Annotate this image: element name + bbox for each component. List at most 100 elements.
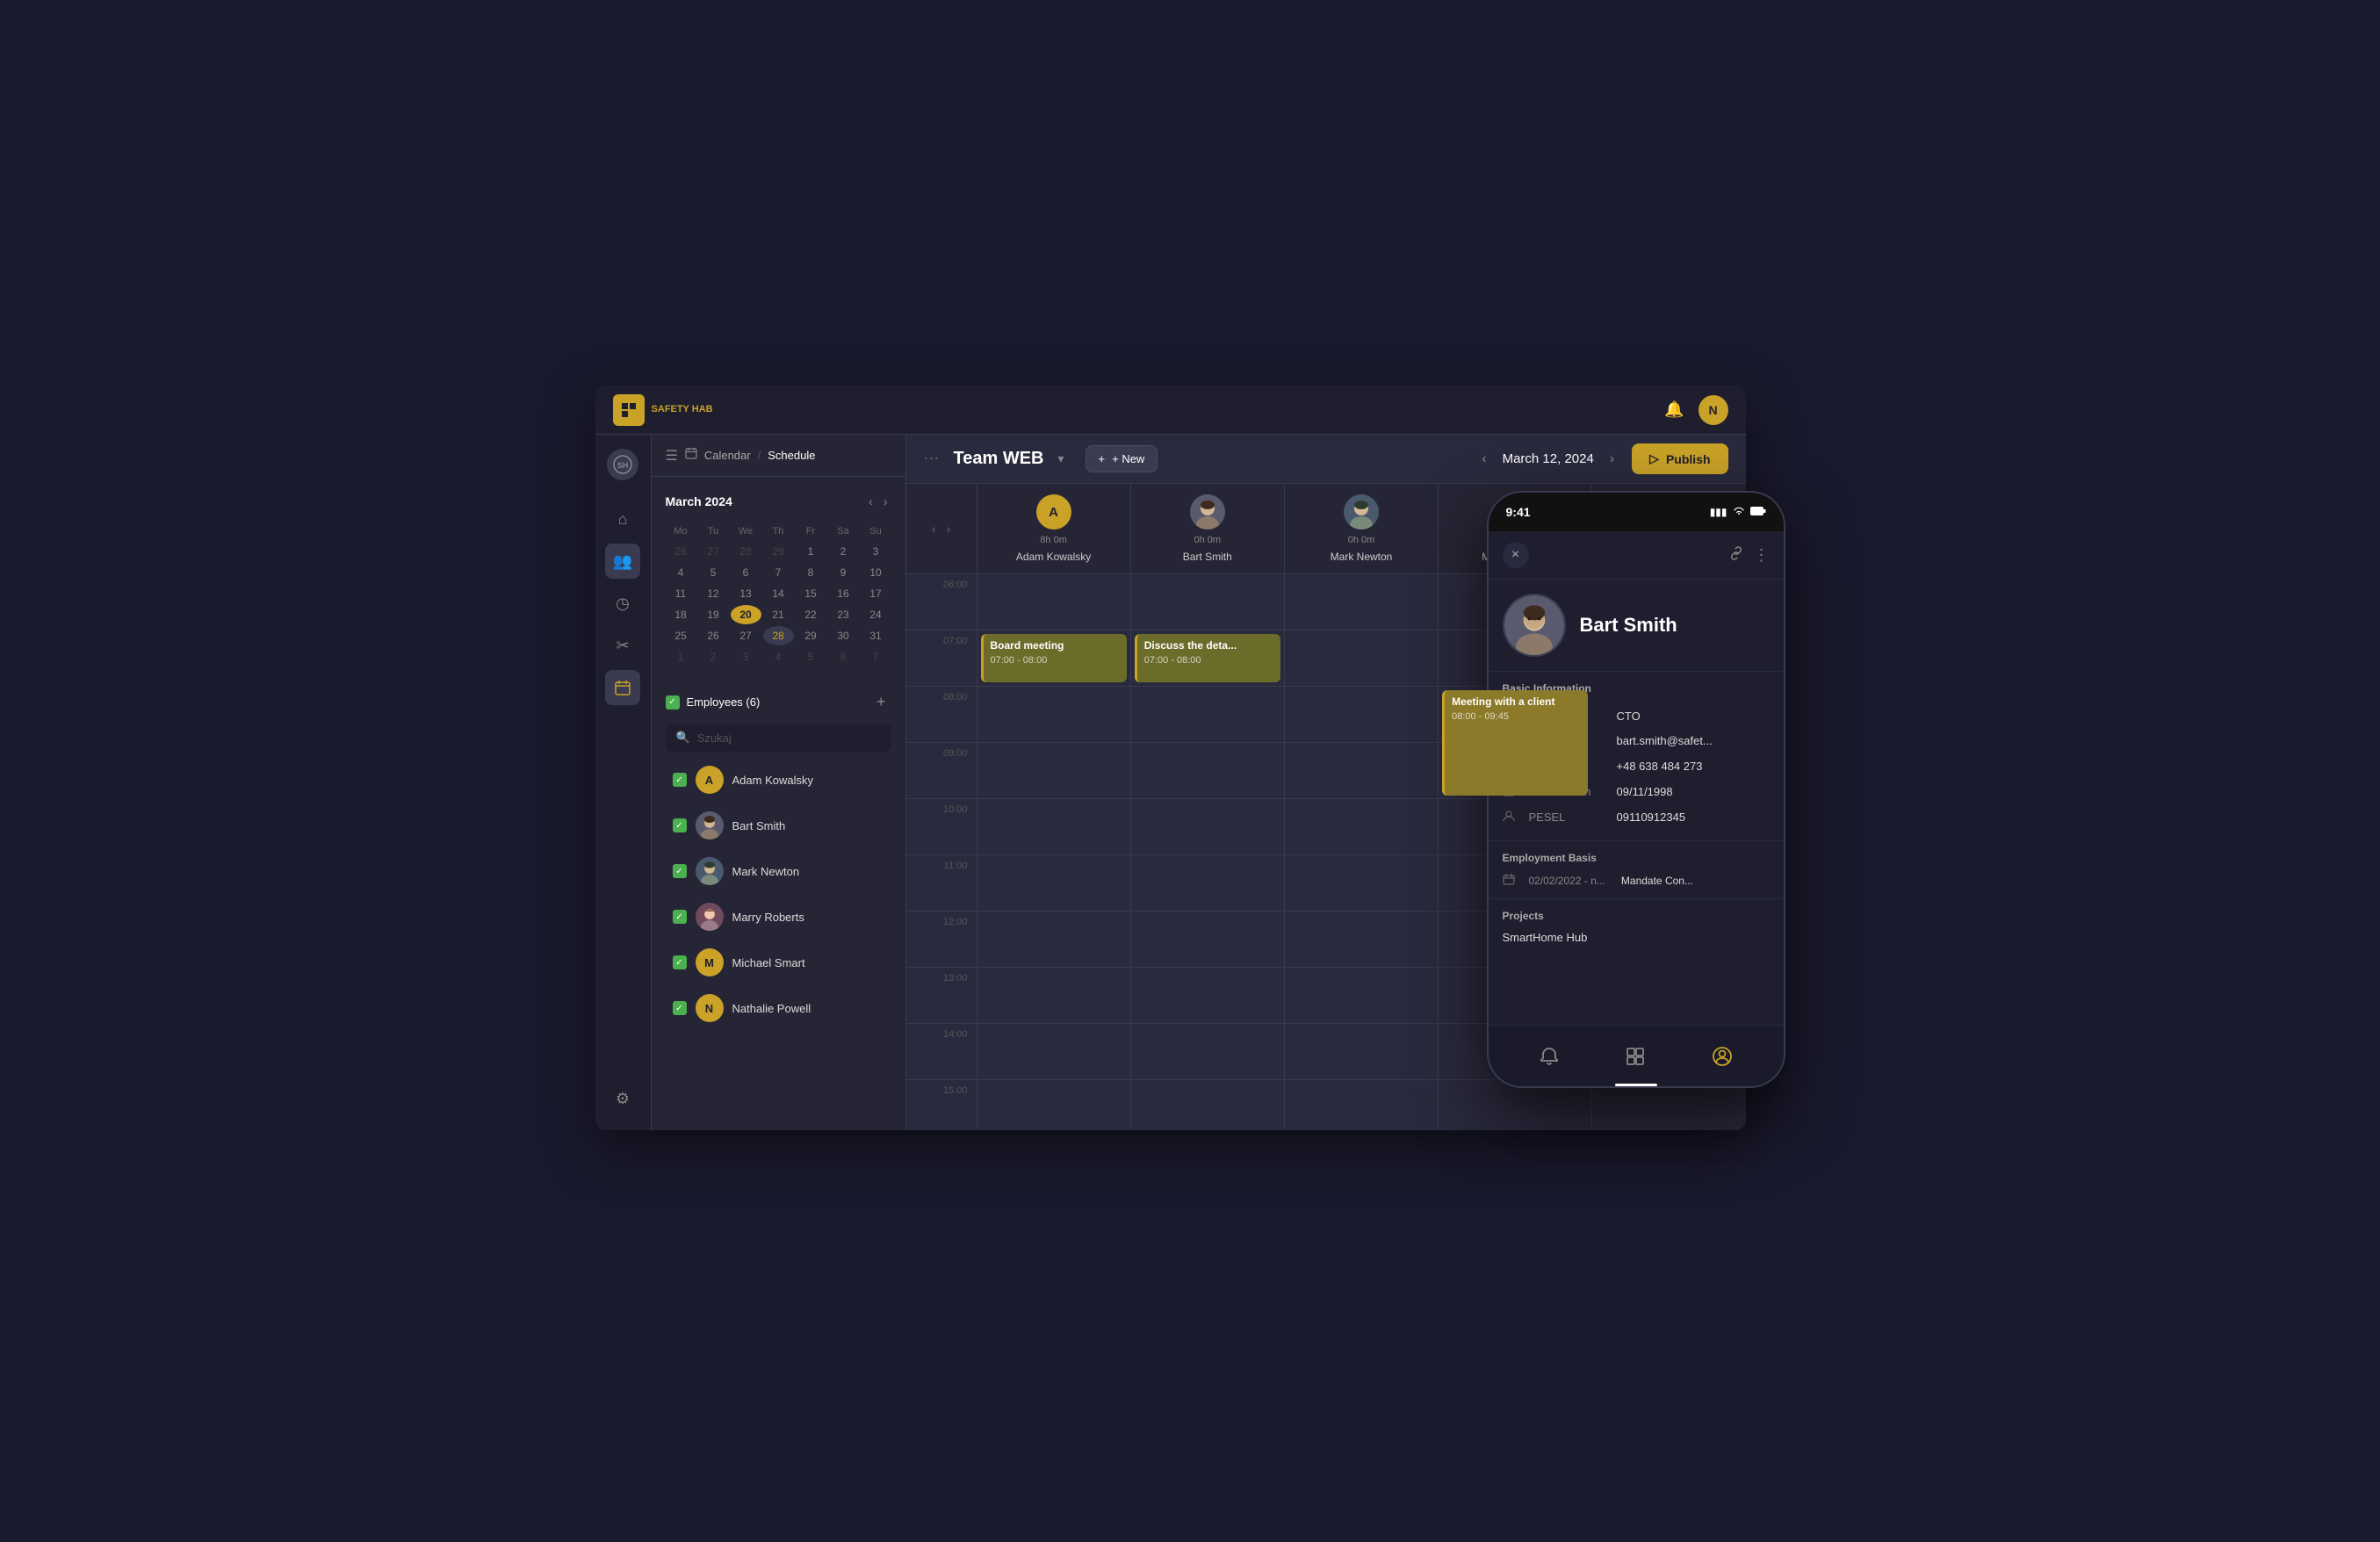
grid-cell[interactable] xyxy=(1285,630,1438,687)
grid-cell[interactable] xyxy=(1285,687,1438,743)
sidebar-item-users[interactable]: 👥 xyxy=(605,544,640,579)
emp-checkbox[interactable]: ✓ xyxy=(673,773,687,787)
cal-day[interactable]: 11 xyxy=(666,584,696,603)
cal-day[interactable]: 2 xyxy=(828,542,859,561)
grid-cell[interactable] xyxy=(977,574,1130,630)
breadcrumb-parent[interactable]: Calendar xyxy=(704,449,751,462)
sidebar-item-settings[interactable]: ⚙ xyxy=(605,1081,640,1116)
grid-cell[interactable] xyxy=(1285,1024,1438,1080)
cal-day[interactable]: 23 xyxy=(828,605,859,624)
cal-day[interactable]: 1 xyxy=(796,542,826,561)
list-item[interactable]: ✓ N Nathalie Powell xyxy=(666,987,891,1029)
cal-day[interactable]: 9 xyxy=(828,563,859,582)
cal-day[interactable]: 7 xyxy=(861,647,891,667)
grid-cell[interactable] xyxy=(1285,799,1438,855)
contact-close-button[interactable]: × xyxy=(1503,542,1529,568)
sidebar-item-tools[interactable]: ✂ xyxy=(605,628,640,663)
date-next-button[interactable]: › xyxy=(1603,448,1621,471)
grid-cell[interactable] xyxy=(1285,743,1438,799)
grid-cell[interactable] xyxy=(977,968,1130,1024)
cal-day[interactable]: 27 xyxy=(731,626,761,645)
event-board-meeting[interactable]: Board meeting 07:00 - 08:00 xyxy=(981,634,1127,682)
cal-day[interactable]: 10 xyxy=(861,563,891,582)
cal-day[interactable]: 3 xyxy=(731,647,761,667)
cal-day[interactable]: 29 xyxy=(796,626,826,645)
event-meeting-client[interactable]: Meeting with a client 08:00 - 09:45 xyxy=(1442,690,1588,796)
list-item[interactable]: ✓ Marry xyxy=(666,896,891,938)
grid-cell[interactable] xyxy=(1131,743,1284,799)
cal-day[interactable]: 27 xyxy=(698,542,729,561)
cal-day[interactable]: 17 xyxy=(861,584,891,603)
grid-cell[interactable] xyxy=(977,855,1130,912)
cal-day[interactable]: 1 xyxy=(666,647,696,667)
event-discuss[interactable]: Discuss the deta... 07:00 - 08:00 xyxy=(1135,634,1280,682)
user-avatar-top[interactable]: N xyxy=(1698,395,1728,425)
cal-day[interactable]: 24 xyxy=(861,605,891,624)
emp-checkbox[interactable]: ✓ xyxy=(673,818,687,832)
grid-cell[interactable] xyxy=(1285,574,1438,630)
cal-day[interactable]: 8 xyxy=(796,563,826,582)
grid-cell[interactable] xyxy=(1131,968,1284,1024)
cal-day[interactable]: 12 xyxy=(698,584,729,603)
list-item[interactable]: ✓ M Michael Smart xyxy=(666,941,891,984)
add-employee-button[interactable]: + xyxy=(871,691,891,713)
grid-cell[interactable] xyxy=(1131,912,1284,968)
cal-day[interactable]: 18 xyxy=(666,605,696,624)
cal-day[interactable]: 6 xyxy=(731,563,761,582)
grid-cell[interactable] xyxy=(1131,855,1284,912)
phone-nav-profile[interactable] xyxy=(1705,1039,1740,1074)
grid-cell[interactable] xyxy=(977,1024,1130,1080)
grid-cell[interactable] xyxy=(977,1080,1130,1130)
grid-cell[interactable] xyxy=(1131,1024,1284,1080)
more-options-icon[interactable]: ⋮ xyxy=(1754,546,1770,565)
cal-day[interactable]: 5 xyxy=(796,647,826,667)
grid-cell[interactable] xyxy=(977,687,1130,743)
sidebar-item-calendar[interactable] xyxy=(605,670,640,705)
sidebar-item-home[interactable]: ⌂ xyxy=(605,501,640,537)
cal-day[interactable]: 16 xyxy=(828,584,859,603)
cal-day[interactable]: 2 xyxy=(698,647,729,667)
cal-day[interactable]: 25 xyxy=(666,626,696,645)
grid-cell[interactable] xyxy=(1131,687,1284,743)
three-dots-icon[interactable]: ⋯ xyxy=(924,450,940,468)
grid-cell[interactable] xyxy=(1285,968,1438,1024)
list-item[interactable]: ✓ A Adam Kowalsky xyxy=(666,759,891,801)
grid-cell[interactable] xyxy=(1285,1080,1438,1130)
cal-day[interactable]: 13 xyxy=(731,584,761,603)
schedule-col-prev[interactable]: ‹ xyxy=(928,518,940,539)
cal-day[interactable]: 19 xyxy=(698,605,729,624)
grid-cell[interactable] xyxy=(977,912,1130,968)
grid-cell[interactable] xyxy=(1131,574,1284,630)
cal-day[interactable]: 15 xyxy=(796,584,826,603)
emp-checkbox[interactable]: ✓ xyxy=(673,1001,687,1015)
hamburger-icon[interactable]: ☰ xyxy=(666,447,678,465)
cal-day-today[interactable]: 20 xyxy=(731,605,761,624)
employees-checkbox[interactable]: ✓ xyxy=(666,695,680,710)
cal-day[interactable]: 14 xyxy=(763,584,794,603)
mini-cal-prev[interactable]: ‹ xyxy=(865,491,876,512)
cal-day[interactable]: 6 xyxy=(828,647,859,667)
grid-cell[interactable] xyxy=(1131,799,1284,855)
grid-cell[interactable] xyxy=(977,799,1130,855)
link-icon[interactable] xyxy=(1729,546,1743,565)
cal-day[interactable]: 5 xyxy=(698,563,729,582)
list-item[interactable]: ✓ Mark xyxy=(666,850,891,892)
grid-cell[interactable] xyxy=(1285,855,1438,912)
emp-checkbox[interactable]: ✓ xyxy=(673,955,687,969)
grid-cell[interactable]: Board meeting 07:00 - 08:00 xyxy=(977,630,1130,687)
grid-cell[interactable] xyxy=(1131,1080,1284,1130)
mini-cal-next[interactable]: › xyxy=(880,491,891,512)
cal-day[interactable]: 30 xyxy=(828,626,859,645)
cal-day[interactable]: 3 xyxy=(861,542,891,561)
cal-day[interactable]: 7 xyxy=(763,563,794,582)
sidebar-logo-small[interactable]: SH xyxy=(607,449,638,480)
cal-day[interactable]: 26 xyxy=(666,542,696,561)
grid-cell[interactable]: Discuss the deta... 07:00 - 08:00 xyxy=(1131,630,1284,687)
cal-day-selected[interactable]: 28 xyxy=(763,626,794,645)
grid-cell[interactable] xyxy=(977,743,1130,799)
cal-day[interactable]: 4 xyxy=(666,563,696,582)
team-dropdown-arrow[interactable]: ▾ xyxy=(1057,451,1064,466)
schedule-col-next[interactable]: › xyxy=(943,518,955,539)
sidebar-item-clock[interactable]: ◷ xyxy=(605,586,640,621)
emp-checkbox[interactable]: ✓ xyxy=(673,864,687,878)
